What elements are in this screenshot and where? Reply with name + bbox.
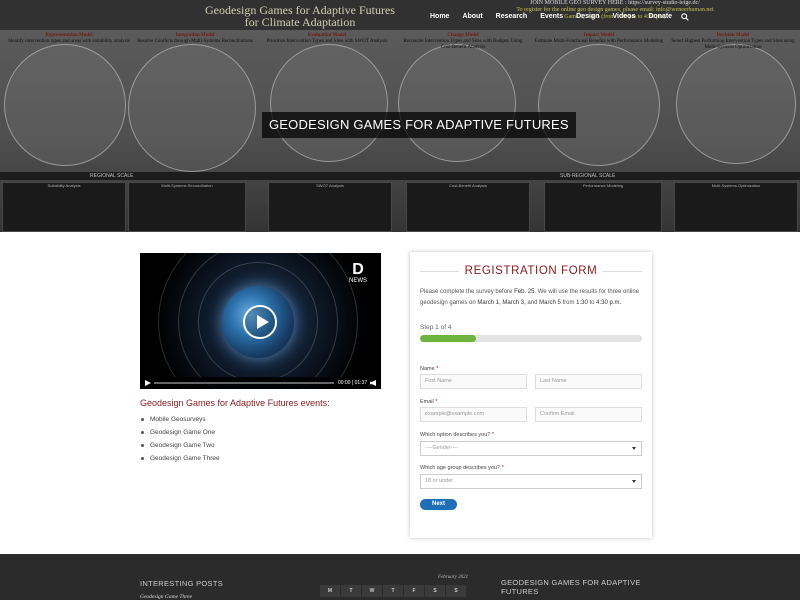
age-label: Which age group describes you? * (420, 465, 504, 471)
dnews-logo-mark: D (352, 261, 364, 278)
calendar-day: W (362, 585, 382, 597)
nav-research[interactable]: Research (496, 12, 528, 22)
age-select[interactable]: 18 or under (420, 474, 642, 489)
calendar-caption: February 2021 (438, 575, 469, 580)
form-intro: Please complete the survey before Feb. 2… (420, 289, 640, 306)
list-item: Geodesign Game One (141, 426, 220, 439)
video-controls: 00:00 | 01:37 (140, 377, 381, 389)
video-player[interactable]: D NEWS 00:00 | 01:37 (140, 253, 381, 389)
name-label: Name * (420, 366, 439, 372)
nav-videos[interactable]: Videos (613, 12, 636, 22)
nav-design[interactable]: Design (576, 12, 599, 22)
gender-select[interactable]: ----Gender---- (420, 441, 642, 456)
events-title: Geodesign Games for Adaptive Futures eve… (140, 398, 330, 408)
main-content: D NEWS 00:00 | 01:37 Geodesign Games for… (0, 232, 800, 554)
calendar-day: T (341, 585, 361, 597)
list-item: Mobile Geosurveys (141, 413, 220, 426)
post-link[interactable]: Geodesign Game Three (140, 594, 192, 600)
calendar-day: S (446, 585, 466, 597)
progress-bar (420, 335, 642, 342)
video-time: 00:00 | 01:37 (338, 380, 368, 386)
hero-title: GEODESIGN GAMES FOR ADAPTIVE FUTURES (262, 112, 576, 138)
footer: INTERESTING POSTS Geodesign Game Three F… (0, 554, 800, 600)
search-icon[interactable] (681, 13, 689, 21)
posts-heading: INTERESTING POSTS (140, 579, 224, 588)
nav-events[interactable]: Events (540, 12, 563, 22)
list-item: Geodesign Game Three (141, 452, 220, 465)
first-name-input[interactable]: First Name (420, 374, 527, 389)
events-list: Mobile Geosurveys Geodesign Game One Geo… (141, 413, 220, 465)
volume-icon[interactable] (370, 380, 376, 386)
form-header: REGISTRATION FORM (410, 264, 652, 278)
next-button[interactable]: Next (420, 499, 457, 510)
footer-right-heading: GEODESIGN GAMES FOR ADAPTIVE FUTURES (501, 578, 641, 596)
confirm-email-input[interactable]: Confirm Email (535, 407, 642, 422)
step-indicator: Step 1 of 4 (420, 324, 452, 331)
nav-donate[interactable]: Donate (648, 12, 672, 22)
calendar-header: M T W T F S S (320, 585, 467, 597)
registration-form: REGISTRATION FORM Please complete the su… (410, 252, 652, 538)
calendar-day: M (320, 585, 340, 597)
last-name-input[interactable]: Last Name (535, 374, 642, 389)
progress-fill (420, 335, 476, 342)
dnews-logo-text: NEWS (349, 278, 367, 284)
hero-banner: Geodesign Games for Adaptive Futures for… (0, 0, 800, 232)
video-progress-bar[interactable] (154, 382, 334, 384)
chevron-down-icon (632, 447, 636, 450)
chevron-down-icon (632, 480, 636, 483)
list-item: Geodesign Game Two (141, 439, 220, 452)
option-label: Which option describes you? * (420, 432, 494, 438)
calendar-day: F (404, 585, 424, 597)
form-title: REGISTRATION FORM (410, 264, 652, 278)
calendar-day: S (425, 585, 445, 597)
calendar-day: T (383, 585, 403, 597)
email-label: Email * (420, 399, 438, 405)
email-input[interactable]: example@example.com (420, 407, 527, 422)
play-button[interactable] (243, 305, 277, 339)
main-nav: Home About Research Events Design Videos… (430, 12, 689, 22)
control-play-icon[interactable] (145, 380, 151, 386)
dnews-logo: D NEWS (349, 261, 367, 285)
nav-about[interactable]: About (462, 12, 482, 22)
nav-home[interactable]: Home (430, 12, 449, 22)
